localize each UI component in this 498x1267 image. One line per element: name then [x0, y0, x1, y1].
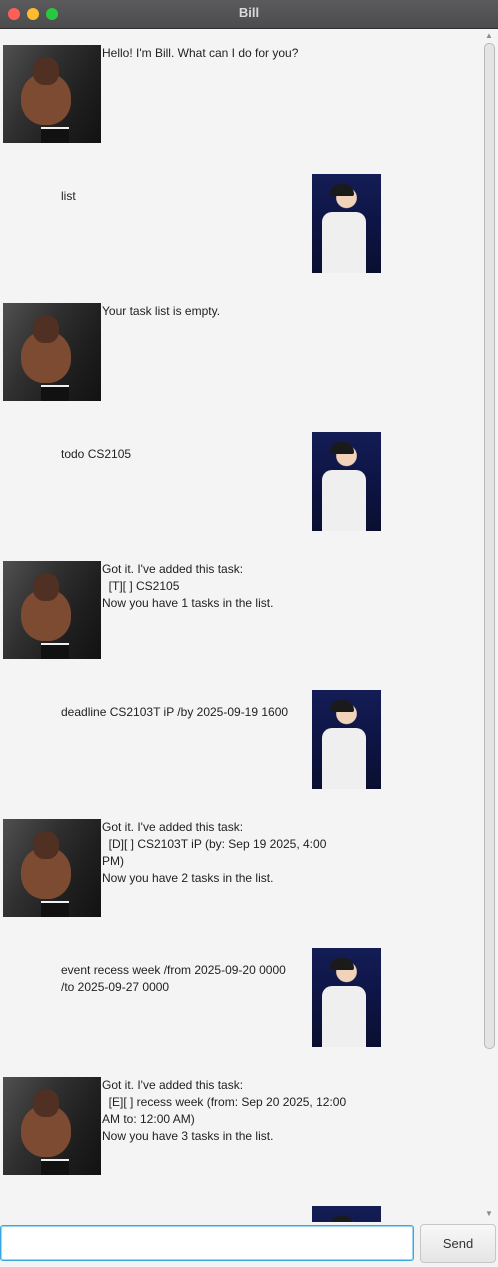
- user-avatar: [312, 1206, 381, 1222]
- vertical-scrollbar[interactable]: ▲ ▼: [482, 29, 498, 1222]
- bill-avatar: [3, 561, 101, 659]
- input-bar: Send: [0, 1222, 498, 1267]
- scrollbar-thumb[interactable]: [484, 43, 495, 1049]
- bill-message-text: Your task list is empty.: [102, 304, 221, 318]
- title-bar: Bill: [0, 0, 498, 29]
- bill-message-row: Got it. I've added this task: [T][ ] CS2…: [0, 561, 482, 661]
- bill-avatar: [3, 819, 101, 917]
- user-avatar: [312, 948, 381, 1047]
- bill-message-text: Got it. I've added this task: [T][ ] CS2…: [102, 562, 274, 610]
- chat-window: Bill Hello! I'm Bill. What can I do for …: [0, 0, 498, 1267]
- user-avatar: [312, 690, 381, 789]
- bill-avatar: [3, 1077, 101, 1175]
- bill-avatar: [3, 303, 101, 401]
- user-message-row: event recess week /from 2025-09-20 0000 …: [0, 948, 482, 1048]
- user-message-row: todo CS2105: [0, 432, 482, 532]
- send-button[interactable]: Send: [420, 1224, 496, 1263]
- chat-scroll-area[interactable]: Hello! I'm Bill. What can I do for you? …: [0, 29, 482, 1222]
- bill-message-row: Hello! I'm Bill. What can I do for you?: [0, 45, 482, 145]
- window-title: Bill: [238, 5, 260, 20]
- bill-message-row: Got it. I've added this task: [D][ ] CS2…: [0, 819, 482, 919]
- user-message-text: deadline CS2103T iP /by 2025-09-19 1600: [61, 705, 289, 719]
- user-message-row: deadline CS2103T iP /by 2025-09-19 1600: [0, 690, 482, 790]
- scroll-up-icon[interactable]: ▲: [485, 31, 493, 40]
- bill-message-text: Got it. I've added this task: [E][ ] rec…: [102, 1078, 347, 1143]
- user-message-text: list: [61, 189, 76, 203]
- user-message-text: todo CS2105: [61, 447, 132, 461]
- bill-avatar: [3, 45, 101, 143]
- user-avatar: [312, 432, 381, 531]
- user-message-text: event recess week /from 2025-09-20 0000 …: [61, 963, 286, 994]
- scroll-down-icon[interactable]: ▼: [485, 1209, 493, 1218]
- bill-message-text: Got it. I've added this task: [D][ ] CS2…: [102, 820, 327, 885]
- user-avatar: [312, 174, 381, 273]
- bill-message-row: Your task list is empty.: [0, 303, 482, 403]
- bill-message-text: Hello! I'm Bill. What can I do for you?: [102, 46, 299, 60]
- user-message-row: list: [0, 174, 482, 274]
- user-message-row: list: [0, 1206, 482, 1222]
- bill-message-row: Got it. I've added this task: [E][ ] rec…: [0, 1077, 482, 1177]
- message-input[interactable]: [0, 1225, 414, 1261]
